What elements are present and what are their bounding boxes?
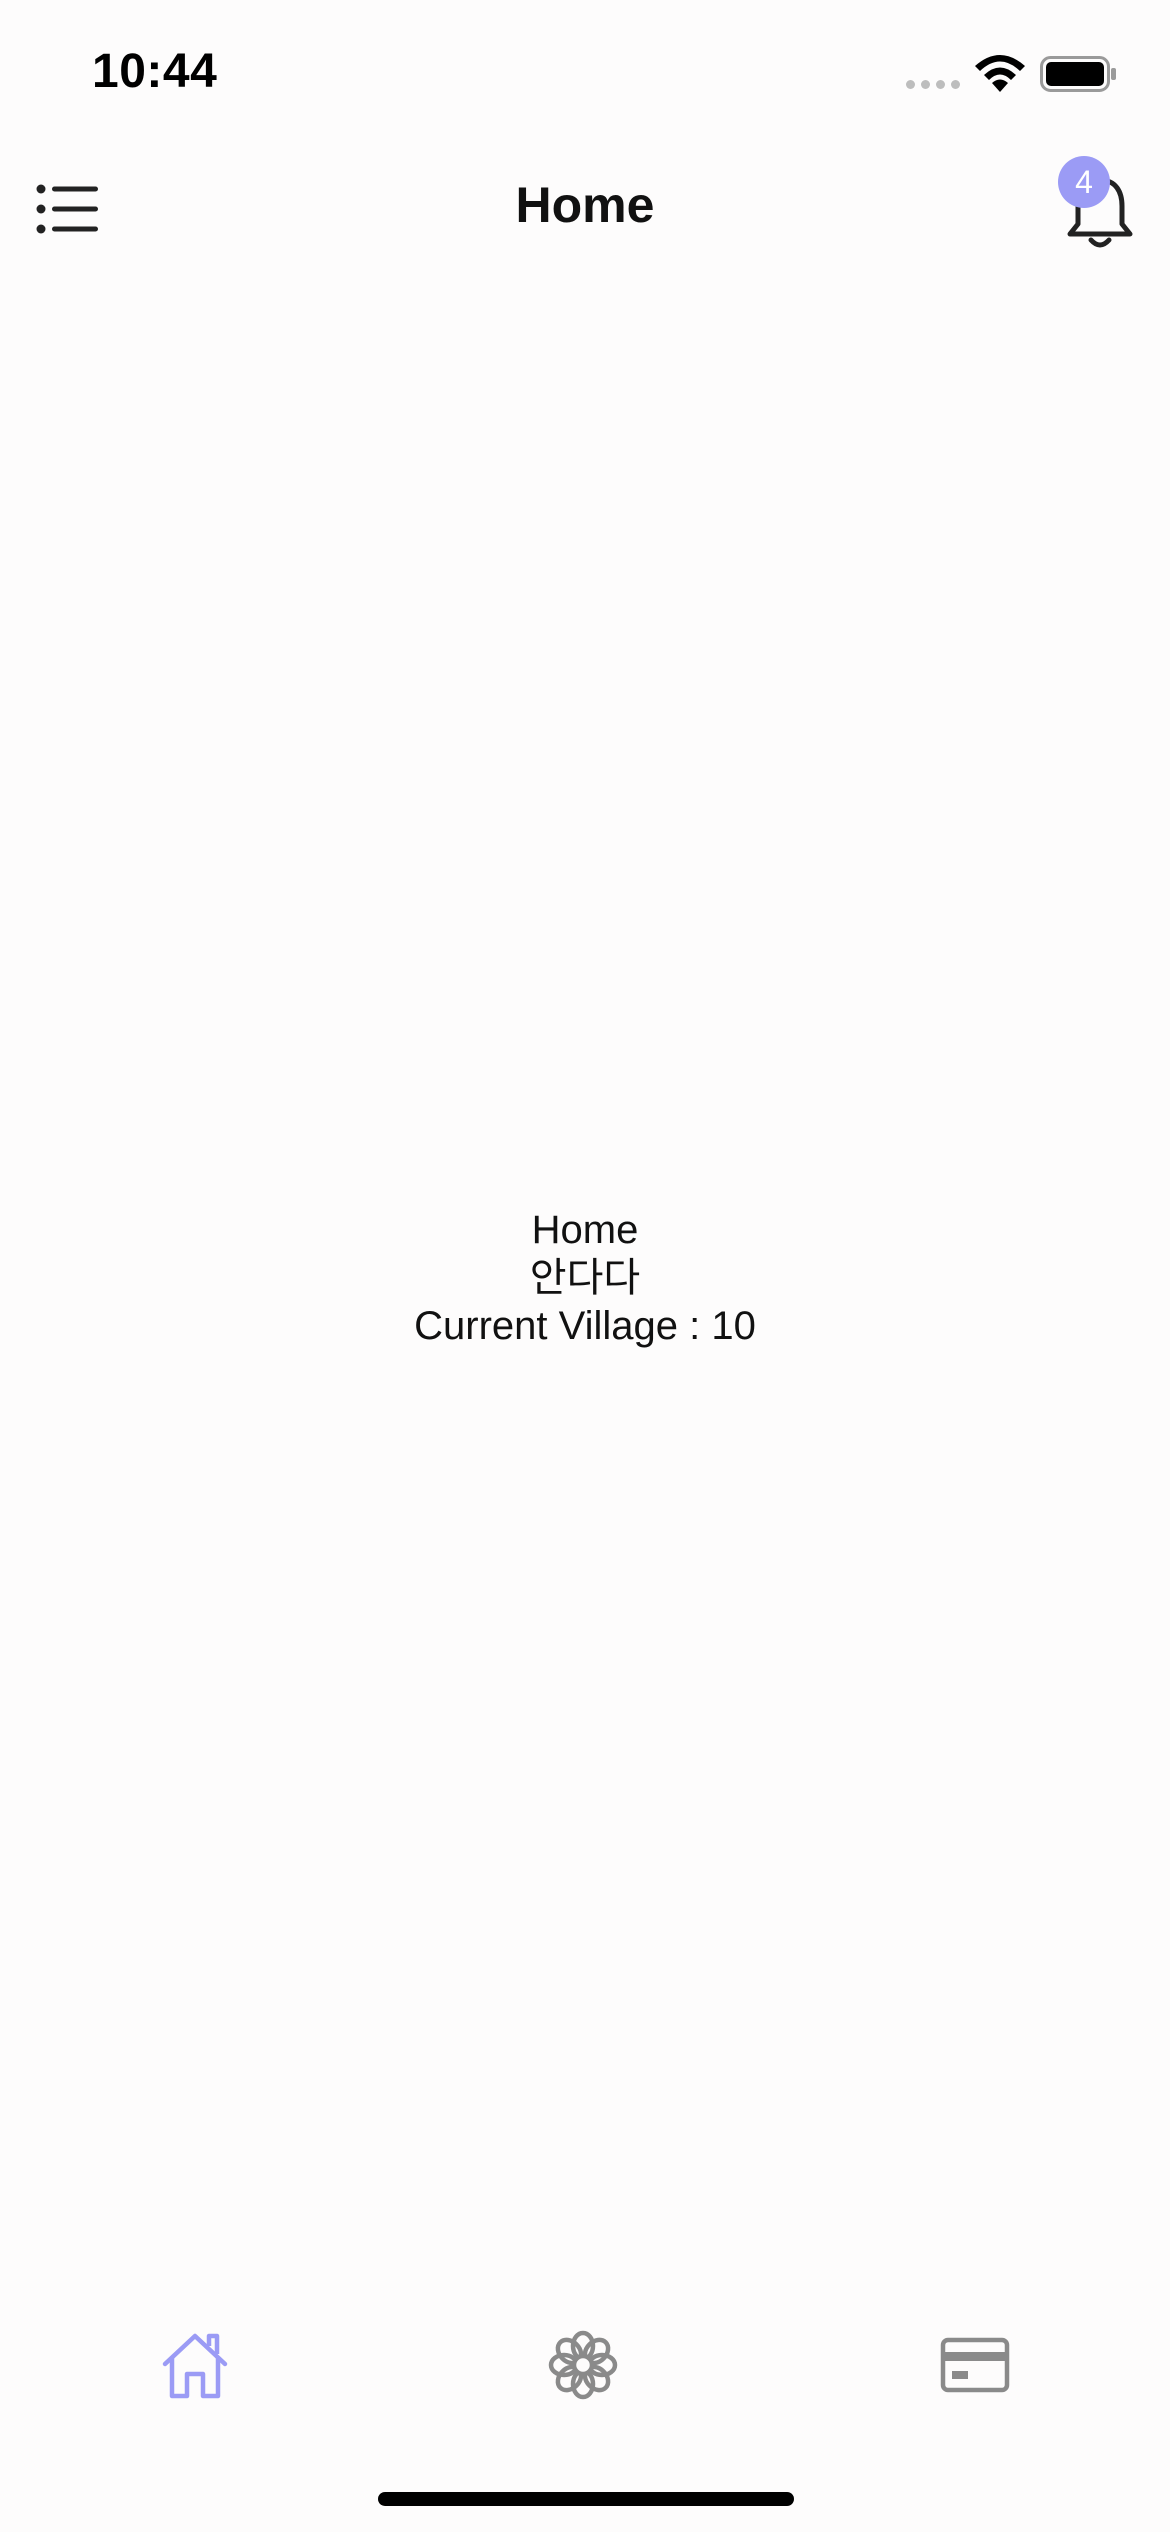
- battery-icon: [1040, 56, 1118, 97]
- tab-flower[interactable]: [538, 2320, 628, 2410]
- list-icon: [36, 184, 98, 234]
- wifi-icon: [972, 54, 1028, 99]
- card-icon: [940, 2337, 1010, 2393]
- main-content: Home 안다다 Current Village : 10: [0, 1206, 1170, 1350]
- flower-icon: [548, 2330, 618, 2400]
- menu-button[interactable]: [36, 182, 100, 236]
- tab-home[interactable]: [150, 2320, 240, 2410]
- home-icon: [162, 2333, 228, 2399]
- status-bar: 10:44: [0, 0, 1170, 150]
- home-indicator: [378, 2492, 794, 2506]
- tab-card[interactable]: [930, 2320, 1020, 2410]
- tab-bar: [0, 2320, 1170, 2430]
- home-label: Home: [531, 1208, 639, 1252]
- current-village: Current Village : 10: [414, 1304, 756, 1348]
- cellular-signal-icon: [906, 80, 960, 89]
- notification-badge: 4: [1058, 156, 1110, 208]
- status-time: 10:44: [92, 45, 218, 98]
- user-name: 안다다: [529, 1256, 641, 1300]
- page-title: Home: [515, 177, 655, 233]
- navigation-bar: Home: [0, 150, 1170, 270]
